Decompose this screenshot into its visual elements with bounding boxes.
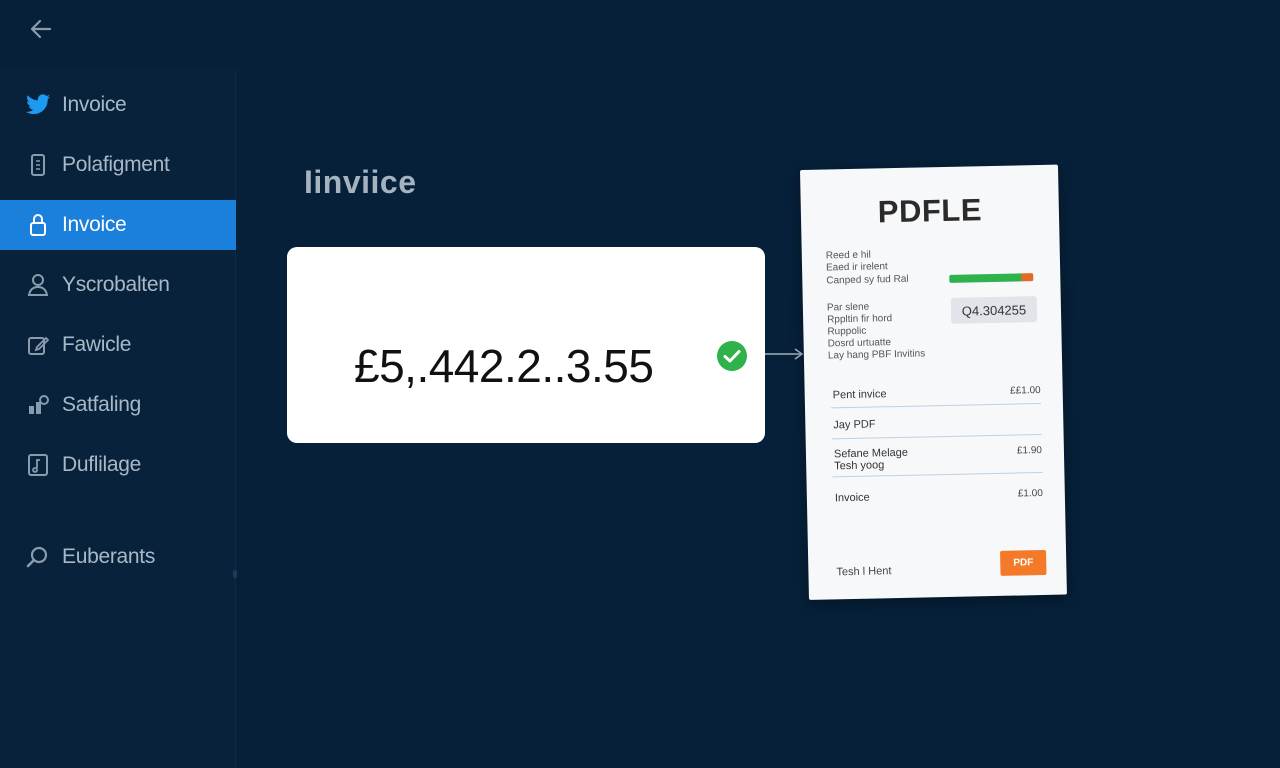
sidebar: Invoice Polafigment Invoice Yscrobalten …	[0, 70, 237, 768]
person-icon	[24, 271, 52, 299]
chart-icon	[24, 391, 52, 419]
sidebar-item-label: Fawicle	[62, 333, 132, 356]
bird-logo-icon	[24, 91, 52, 119]
pdf-preview[interactable]: PDFLE Reed e hil Eaed ir irelent Canped …	[800, 164, 1067, 600]
sidebar-item-invoice-home[interactable]: Invoice	[0, 80, 236, 130]
pdf-detail-line: Dosrd urtuatte	[827, 337, 892, 350]
sidebar-item-polafigment[interactable]: Polafigment	[0, 140, 236, 190]
amount-card: £5,.442.2..3.55	[287, 247, 765, 443]
pdf-row-label: Jay PDF	[833, 418, 876, 432]
pdf-row-label: Invoice	[834, 491, 870, 505]
sidebar-item-label: Polafigment	[62, 153, 170, 176]
sidebar-item-duflilage[interactable]: Duflilage	[0, 440, 236, 490]
pdf-download-button[interactable]: PDF	[1000, 549, 1047, 576]
pdf-detail-line: Rppltin fir hord	[827, 313, 893, 326]
search-icon	[24, 543, 52, 571]
pdf-detail-line: Par slene	[826, 301, 870, 314]
check-circle-icon	[717, 341, 747, 371]
amount-value: £5,.442.2..3.55	[354, 340, 654, 392]
sidebar-item-label: Duflilage	[62, 453, 142, 476]
page-title: Iinviice	[304, 164, 417, 200]
pdf-title: PDFLE	[877, 192, 983, 230]
back-button[interactable]	[26, 14, 56, 44]
sidebar-item-fawicle[interactable]: Fawicle	[0, 320, 236, 370]
sidebar-item-label: Satfaling	[62, 393, 142, 416]
sidebar-item-yscrobalten[interactable]: Yscrobalten	[0, 260, 236, 310]
sidebar-resize-handle[interactable]	[233, 570, 237, 578]
sidebar-item-euberants[interactable]: Euberants	[0, 532, 236, 582]
pdf-total-box: Q4.304255	[950, 296, 1038, 324]
pdf-meta-line: Eaed ir irelent	[825, 261, 888, 274]
pdf-row-label: Sefane Melage Tesh yoog	[833, 446, 909, 473]
pdf-row-value: £1.00	[1017, 487, 1043, 500]
lock-icon	[24, 211, 52, 239]
pdf-meta-line: Reed e hil	[825, 249, 871, 262]
sidebar-item-label: Euberants	[62, 545, 156, 568]
pdf-row-value: £1.90	[1016, 444, 1043, 457]
sidebar-item-label: Yscrobalten	[62, 273, 170, 296]
pdf-detail-line: Ruppolic	[827, 325, 867, 338]
note-icon	[24, 451, 52, 479]
sidebar-item-label: Invoice	[62, 213, 127, 236]
edit-icon	[24, 331, 52, 359]
pdf-footer: Tesh l Hent	[836, 565, 892, 579]
arrow-right-icon	[765, 348, 804, 360]
sidebar-item-satfaling[interactable]: Satfaling	[0, 380, 236, 430]
pdf-row-label: Pent invice	[832, 388, 887, 402]
pdf-meta-line: Canped sy fud Ral	[826, 273, 909, 287]
pdf-detail-line: Lay hang PBF Invitins	[827, 348, 926, 362]
sidebar-item-label: Invoice	[62, 93, 127, 116]
sidebar-item-invoice[interactable]: Invoice	[0, 200, 236, 250]
document-icon	[24, 151, 52, 179]
pdf-row-value: ££1.00	[1009, 385, 1041, 397]
arrow-left-icon	[30, 19, 52, 39]
